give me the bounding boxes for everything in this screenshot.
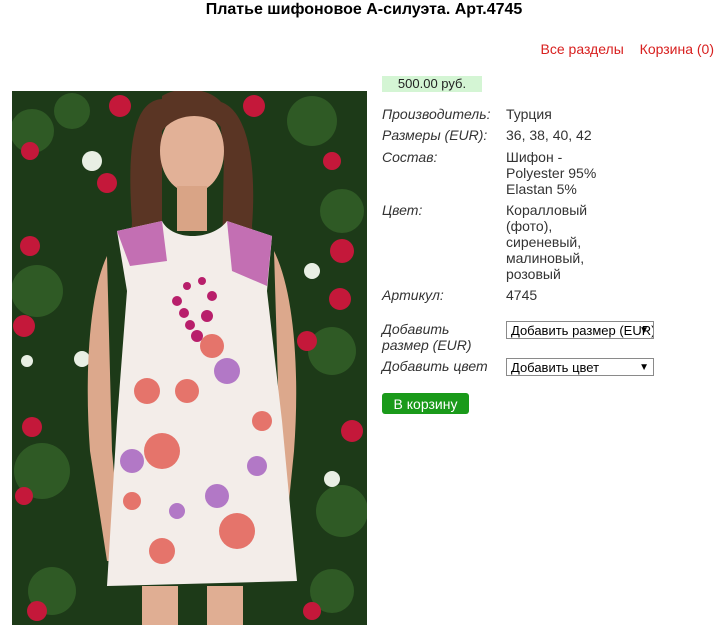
color-line: сиреневый, (506, 234, 582, 250)
add-color-select-value: Добавить цвет (511, 360, 600, 375)
price-badge: 500.00 руб. (382, 76, 482, 92)
color-label: Цвет: (382, 202, 423, 218)
all-sections-link[interactable]: Все разделы (541, 41, 624, 57)
product-image (12, 91, 367, 625)
article-value: 4745 (506, 287, 538, 303)
color-line: розовый (506, 266, 561, 282)
sizes-value: 36, 38, 40, 42 (506, 127, 592, 143)
top-nav: Все разделы Корзина (0) (529, 40, 714, 58)
add-size-label-line: Добавить (382, 321, 450, 337)
composition-line: Elastan 5% (506, 181, 577, 197)
color-line: малиновый, (506, 250, 585, 266)
add-to-cart-button[interactable]: В корзину (382, 393, 469, 414)
article-label: Артикул: (382, 287, 444, 303)
dropdown-arrow-icon: ▼ (639, 362, 649, 373)
color-line: Коралловый (506, 202, 588, 218)
composition-line: Polyester 95% (506, 165, 597, 181)
color-line: (фото), (506, 218, 553, 234)
sizes-label: Размеры (EUR): (382, 127, 488, 143)
add-size-select[interactable]: Добавить размер (EUR) ▼ (506, 321, 654, 339)
composition-line: Шифон - (506, 149, 563, 165)
composition-value: Шифон - Polyester 95% Elastan 5% (506, 149, 616, 197)
composition-label: Состав: (382, 149, 438, 165)
cart-link[interactable]: Корзина (0) (640, 41, 714, 57)
add-size-label-line: размер (EUR) (382, 337, 472, 353)
dropdown-arrow-icon: ▼ (639, 325, 649, 336)
add-size-select-value: Добавить размер (EUR) (511, 323, 654, 338)
product-photo[interactable] (12, 91, 367, 625)
add-color-label: Добавить цвет (382, 358, 488, 374)
page-title: Платье шифоновое А-силуэта. Арт.4745 (205, 1, 523, 18)
color-value: Коралловый (фото), сиреневый, малиновый,… (506, 202, 616, 282)
add-size-label: Добавить размер (EUR) (382, 321, 492, 353)
maker-value: Турция (506, 106, 552, 122)
maker-label: Производитель: (382, 106, 491, 122)
add-color-select[interactable]: Добавить цвет ▼ (506, 358, 654, 376)
